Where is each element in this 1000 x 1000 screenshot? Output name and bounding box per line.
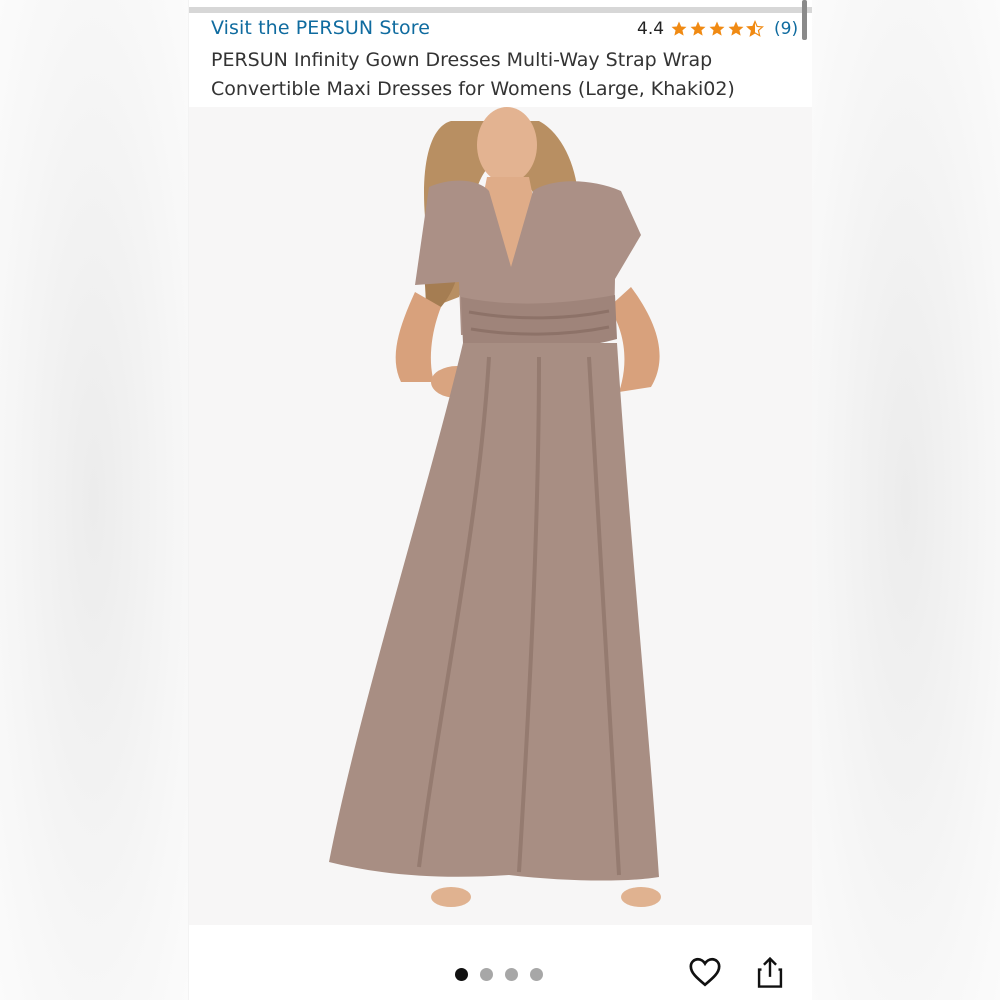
dress-photo [329, 107, 661, 907]
star-icon [690, 21, 706, 36]
share-icon[interactable] [755, 955, 785, 989]
star-icon [671, 21, 687, 36]
left-backdrop [0, 0, 188, 1000]
product-title: PERSUN Infinity Gown Dresses Multi-Way S… [211, 49, 735, 100]
top-divider [189, 7, 812, 13]
star-icon [728, 21, 744, 36]
scrollbar[interactable] [802, 0, 807, 40]
page-indicator[interactable] [455, 968, 543, 981]
rating-summary[interactable]: 4.4 (9) [637, 16, 798, 42]
half-star-icon [746, 20, 765, 37]
right-backdrop [812, 0, 1000, 1000]
page-dot[interactable] [505, 968, 518, 981]
heart-icon[interactable] [688, 955, 722, 989]
star-rating [670, 20, 765, 38]
product-panel: Visit the PERSUN Store 4.4 (9) PERSUN In… [189, 0, 812, 1000]
page-dot-active[interactable] [455, 968, 468, 981]
star-icon [709, 21, 725, 36]
page-dot[interactable] [480, 968, 493, 981]
rating-value: 4.4 [637, 19, 665, 39]
product-image[interactable] [189, 107, 812, 925]
page-dot[interactable] [530, 968, 543, 981]
gallery-controls [189, 925, 812, 1000]
store-link[interactable]: Visit the PERSUN Store [211, 17, 430, 39]
rating-count[interactable]: (9) [774, 19, 798, 39]
